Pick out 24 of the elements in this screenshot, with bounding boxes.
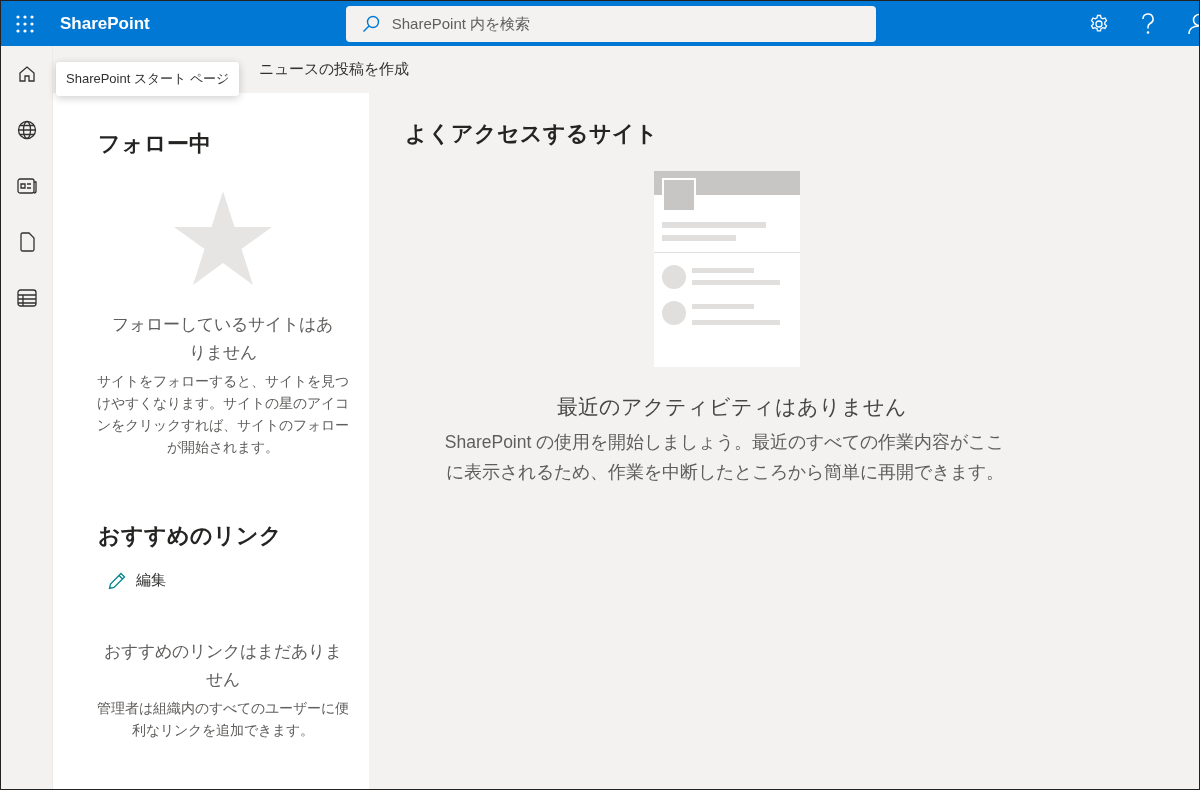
- edit-button[interactable]: 編集: [106, 569, 168, 592]
- home-icon[interactable]: [17, 65, 36, 83]
- empty-state-text: SharePoint の使用を開始しましょう。最近のすべての作業内容がここに表示されるため、作業を中断したところから簡単に再開できます。: [443, 431, 1006, 484]
- globe-icon[interactable]: [16, 120, 37, 140]
- person-icon[interactable]: [1187, 12, 1199, 35]
- section-title: おすすめのリンク: [98, 522, 282, 550]
- app-launcher-icon[interactable]: [16, 14, 34, 33]
- search-icon: [361, 14, 380, 33]
- file-icon[interactable]: [18, 232, 35, 252]
- app-name[interactable]: SharePoint: [60, 13, 150, 34]
- empty-state-title: フォローしているサイトはありません: [111, 314, 334, 364]
- pencil-icon: [108, 571, 126, 590]
- empty-state-title: おすすめのリンクはまだありません: [102, 641, 343, 691]
- empty-state-text: サイトをフォローすると、サイトを見つけやすくなります。サイトの星のアイコンをクリックすれば、サイトのフォローが開始されます。: [95, 373, 350, 457]
- create-news-post-link[interactable]: ニュースの投稿を作成: [259, 60, 409, 79]
- empty-state-text: 管理者は組織内のすべてのユーザーに便利なリンクを追加できます。: [95, 700, 350, 740]
- section-title: フォロー中: [98, 130, 211, 158]
- list-icon[interactable]: [16, 289, 37, 307]
- news-icon[interactable]: [16, 178, 37, 194]
- empty-state-title: 最近のアクティビティはありません: [557, 394, 907, 420]
- tooltip: SharePoint スタート ページ: [56, 62, 239, 96]
- help-icon[interactable]: [1141, 12, 1155, 35]
- section-title: よくアクセスするサイト: [405, 120, 658, 148]
- settings-icon[interactable]: [1089, 13, 1109, 34]
